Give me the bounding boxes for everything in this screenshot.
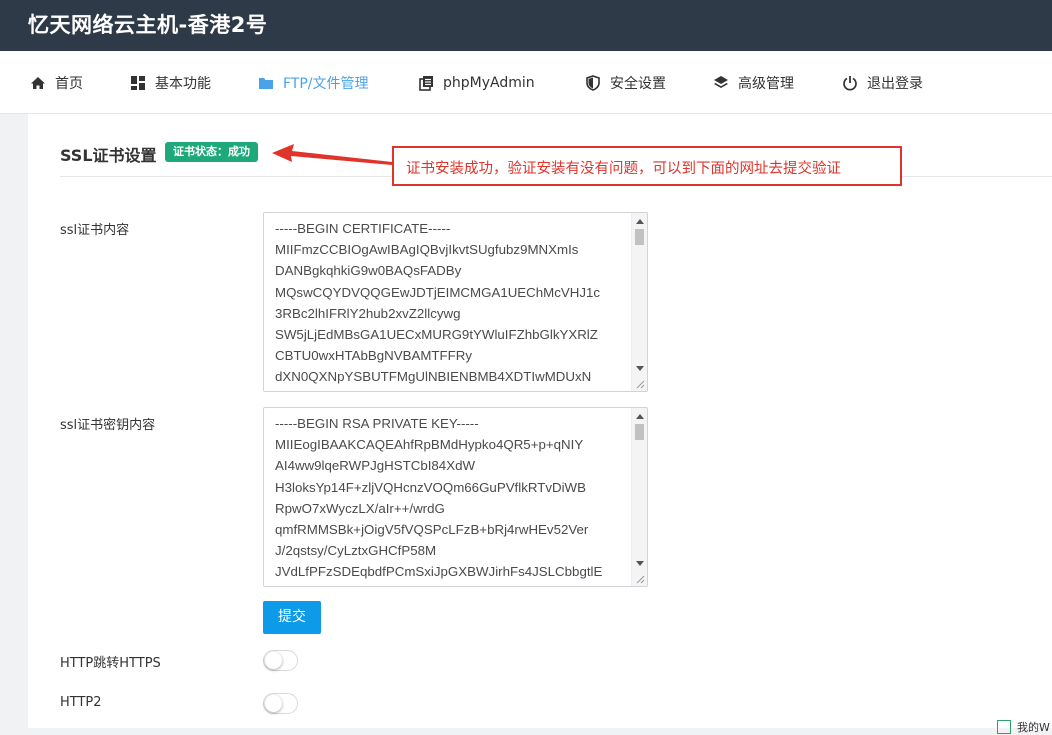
- resize-grip-icon[interactable]: [635, 379, 645, 389]
- cert-textarea[interactable]: -----BEGIN CERTIFICATE----- MIIFmzCCBIOg…: [263, 212, 648, 392]
- scroll-down-icon[interactable]: [636, 561, 644, 566]
- main-nav: 首页 基本功能 FTP/文件管理 phpMyAdmin 安全设置 高级管理 退出…: [0, 51, 1052, 114]
- key-textarea[interactable]: -----BEGIN RSA PRIVATE KEY----- MIIEogIB…: [263, 407, 648, 587]
- scroll-thumb[interactable]: [635, 229, 644, 245]
- nav-item-basic[interactable]: 基本功能: [130, 73, 211, 93]
- annotation-text: 证书安装成功，验证安装有没有问题，可以到下面的网址去提交验证: [406, 161, 841, 177]
- folder-icon: [258, 75, 274, 91]
- nav-item-label: 首页: [55, 76, 83, 92]
- toggle-knob: [265, 652, 282, 669]
- nav-item-label: 高级管理: [738, 76, 794, 92]
- annotation-callout: 证书安装成功，验证安装有没有问题，可以到下面的网址去提交验证: [392, 146, 902, 186]
- layers-icon: [713, 75, 729, 91]
- annotation-arrow: [272, 144, 392, 165]
- database-icon: [418, 75, 434, 91]
- top-bar: 忆天网络云主机-香港2号: [0, 0, 1052, 51]
- scrollbar[interactable]: [631, 408, 647, 586]
- nav-item-label: FTP/文件管理: [283, 76, 369, 92]
- nav-item-security[interactable]: 安全设置: [585, 73, 666, 93]
- power-icon: [842, 75, 858, 91]
- key-label: ssl证书密钥内容: [60, 418, 156, 433]
- app-title: 忆天网络云主机-香港2号: [28, 13, 268, 37]
- home-icon: [30, 75, 46, 91]
- status-badge: 证书状态：成功: [165, 142, 258, 162]
- submit-button[interactable]: 提交: [263, 601, 321, 634]
- section-title: SSL证书设置: [60, 146, 157, 165]
- shield-icon: [585, 75, 601, 91]
- nav-item-label: 基本功能: [155, 76, 211, 92]
- nav-item-ftp[interactable]: FTP/文件管理: [258, 73, 369, 93]
- http2-toggle[interactable]: [263, 693, 298, 714]
- cert-label: ssl证书内容: [60, 223, 130, 238]
- cert-content: -----BEGIN CERTIFICATE----- MIIFmzCCBIOg…: [275, 221, 601, 391]
- scroll-down-icon[interactable]: [636, 366, 644, 371]
- scroll-thumb[interactable]: [635, 424, 644, 440]
- http2-label: HTTP2: [60, 695, 102, 710]
- nav-item-label: phpMyAdmin: [443, 75, 535, 91]
- nav-item-phpmyadmin[interactable]: phpMyAdmin: [418, 73, 535, 93]
- resize-grip-icon[interactable]: [635, 574, 645, 584]
- corner-text: 我的W: [1017, 721, 1050, 734]
- scrollbar[interactable]: [631, 213, 647, 391]
- nav-item-label: 退出登录: [867, 76, 923, 92]
- grid-icon: [130, 75, 146, 91]
- http-redirect-label: HTTP跳转HTTPS: [60, 656, 161, 671]
- left-gutter: [0, 114, 28, 728]
- nav-item-home[interactable]: 首页: [30, 73, 83, 93]
- nav-item-label: 安全设置: [610, 76, 666, 92]
- http-redirect-toggle[interactable]: [263, 650, 298, 671]
- key-content: -----BEGIN RSA PRIVATE KEY----- MIIEogIB…: [275, 416, 603, 580]
- nav-item-advanced[interactable]: 高级管理: [713, 73, 794, 93]
- scroll-up-icon[interactable]: [636, 414, 644, 419]
- toggle-knob: [265, 695, 282, 712]
- corner-checkbox-icon: [997, 720, 1011, 734]
- nav-item-logout[interactable]: 退出登录: [842, 73, 923, 93]
- ssl-settings-panel: SSL证书设置 证书状态：成功 ssl证书内容 -----BEGIN CERTI…: [28, 114, 1052, 728]
- scroll-up-icon[interactable]: [636, 219, 644, 224]
